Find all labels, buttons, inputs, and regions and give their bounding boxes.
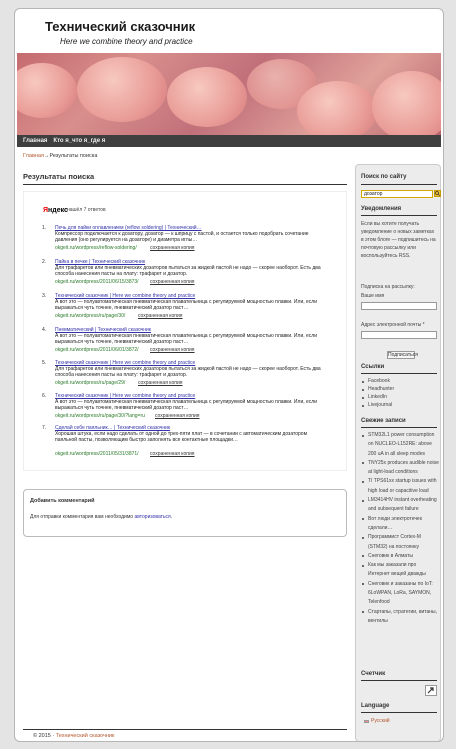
sidebar-divider bbox=[361, 712, 437, 713]
result-url[interactable]: okgeit.ru/wordpress/2011/06/15/3873/ bbox=[55, 279, 139, 285]
result-number: 1. bbox=[42, 225, 47, 231]
comment-title: Добавить комментарий bbox=[30, 498, 95, 504]
recent-post-link[interactable]: TI TPS61xx startup issues with high load… bbox=[361, 477, 439, 496]
result-snippet: Для трафаретов или пневматических дозато… bbox=[55, 366, 321, 378]
result-number: 7. bbox=[42, 425, 47, 431]
search-results: Яндекс нашёл 7 ответов 1. Печь для пайки… bbox=[23, 191, 347, 471]
result-url[interactable]: okgeit.ru/wordpress/ru/page/30/?lang=ru bbox=[55, 413, 145, 419]
result-snippet: Хорошая штука, если надо сделать от одно… bbox=[55, 431, 308, 443]
result-url[interactable]: okgeit.ru/wordpress/ru/page/30/ bbox=[55, 313, 125, 319]
subscribe-button[interactable]: Подписаться bbox=[387, 351, 418, 359]
sidebar-notify-title: Уведомления bbox=[361, 206, 402, 212]
result-snippet: А вот это — полуавтоматическая пневматич… bbox=[55, 333, 318, 345]
header-image bbox=[17, 53, 441, 135]
footer-divider bbox=[23, 729, 347, 730]
email-field[interactable] bbox=[361, 331, 437, 339]
sidebar-links-title: Ссылки bbox=[361, 364, 385, 370]
recent-post-link[interactable]: Программист Cortex-M (STM32) на постоянк… bbox=[361, 533, 439, 552]
result-url[interactable]: okgeit.ru/wordpress/2011/06/01/3872/ bbox=[55, 347, 139, 353]
link-livejournal[interactable]: Livejournal bbox=[361, 401, 439, 409]
notify-text: Если вы хотите получать уведомление о но… bbox=[361, 221, 436, 259]
footer: © 2015 · Технический сказочник bbox=[33, 733, 114, 739]
sidebar-counter-title: Счетчик bbox=[361, 671, 386, 677]
link-headhunter[interactable]: Headhunter bbox=[361, 385, 439, 393]
breadcrumb-current: Результаты поиска bbox=[49, 153, 98, 159]
cached-copy-link[interactable]: сохраненная копия bbox=[138, 380, 183, 386]
title-divider bbox=[23, 184, 347, 185]
breadcrumb: Главная→Результаты поиска bbox=[23, 153, 97, 159]
search-button[interactable] bbox=[434, 190, 441, 197]
cached-copy-link[interactable]: сохраненная копия bbox=[138, 313, 183, 319]
site-tagline: Here we combine theory and practice bbox=[60, 37, 193, 46]
result-snippet: Для трафаретов или пневматических дозато… bbox=[55, 265, 321, 277]
sidebar-divider bbox=[361, 184, 437, 185]
comment-login-notice: Для отправки комментария вам необходимо … bbox=[30, 514, 173, 520]
footer-site-link[interactable]: Технический сказочник bbox=[56, 733, 115, 739]
nav-item-home[interactable]: Главная bbox=[23, 138, 47, 144]
result-snippet: А вот это — полуавтоматическая пневматич… bbox=[55, 399, 318, 411]
email-label: Адрес электронной почты * bbox=[361, 322, 425, 328]
name-field[interactable] bbox=[361, 302, 437, 310]
language-option[interactable]: Русский bbox=[364, 718, 390, 724]
sidebar-search-title: Поиск по сайту bbox=[361, 174, 407, 180]
visit-counter-icon[interactable] bbox=[425, 685, 437, 696]
sidebar-recent-title: Свежие записи bbox=[361, 418, 406, 424]
sidebar: Поиск по сайту дозатор Уведомления Если … bbox=[355, 164, 441, 741]
site-title[interactable]: Технический сказочник bbox=[45, 19, 195, 34]
subscribe-title: Подписка на рассылку: bbox=[361, 284, 415, 290]
sidebar-divider bbox=[361, 215, 437, 216]
link-linkedin[interactable]: LinkedIn bbox=[361, 393, 439, 401]
recent-post-link[interactable]: LM3414HV instant overheating and subsequ… bbox=[361, 496, 439, 515]
result-snippet: А вот это — полуавтоматическая пневматич… bbox=[55, 299, 318, 311]
results-count: нашёл 7 ответов bbox=[67, 207, 106, 213]
cached-copy-link[interactable]: сохраненная копия bbox=[150, 347, 195, 353]
sidebar-divider bbox=[361, 427, 437, 428]
yandex-logo[interactable]: Яндекс bbox=[43, 207, 68, 214]
cached-copy-link[interactable]: сохраненная копия bbox=[150, 279, 195, 285]
recent-post-link[interactable]: Стартапы, стратегии, витаны, вентилы bbox=[361, 608, 439, 627]
recent-post-link[interactable]: Снеговик в Алматы bbox=[361, 552, 439, 561]
cached-copy-link[interactable]: сохраненная копия bbox=[150, 451, 195, 457]
cached-copy-link[interactable]: сохраненная копия bbox=[155, 413, 200, 419]
recent-post-link[interactable]: Как мы заказали про Интернет вещей дважд… bbox=[361, 561, 439, 580]
breadcrumb-home-link[interactable]: Главная bbox=[23, 153, 44, 159]
language-label: Русский bbox=[371, 718, 390, 724]
result-number: 6. bbox=[42, 393, 47, 399]
recent-posts-list: STM32L1 power consumption on NUCLEO-L152… bbox=[361, 431, 439, 626]
page-title: Результаты поиска bbox=[23, 172, 95, 181]
sidebar-language-title: Language bbox=[361, 703, 390, 709]
recent-post-link[interactable]: Вот люди электротечек сделали… bbox=[361, 515, 439, 534]
result-number: 5. bbox=[42, 360, 47, 366]
search-input[interactable]: дозатор bbox=[361, 190, 433, 198]
result-url[interactable]: okgeit.ru/wordpress/ru/page/29/ bbox=[55, 380, 125, 386]
recent-post-link[interactable]: Снеговик и заказаны по IoT: 6LoWPAN, LoR… bbox=[361, 580, 439, 608]
cached-copy-link[interactable]: сохраненная копия bbox=[150, 245, 195, 251]
result-url[interactable]: okgeit.ru/wordpress/reflow-soldering/ bbox=[55, 245, 137, 251]
name-label: Ваше имя bbox=[361, 293, 385, 299]
comment-form: Добавить комментарий Для отправки коммен… bbox=[23, 489, 347, 537]
main-nav: Главная Кто я_что я_где я bbox=[17, 135, 441, 147]
result-number: 3. bbox=[42, 293, 47, 299]
recent-post-link[interactable]: TNY25x produces audible noise at light-l… bbox=[361, 459, 439, 478]
footer-copyright: © 2015 · bbox=[33, 733, 56, 739]
result-number: 4. bbox=[42, 327, 47, 333]
sidebar-divider bbox=[361, 680, 437, 681]
result-number: 2. bbox=[42, 259, 47, 265]
result-url[interactable]: okgeit.ru/wordpress/2011/05/31/3871/ bbox=[55, 451, 139, 457]
nav-item-about[interactable]: Кто я_что я_где я bbox=[53, 138, 105, 144]
search-icon bbox=[435, 191, 440, 196]
page-container: Технический сказочник Here we combine th… bbox=[14, 8, 444, 742]
link-facebook[interactable]: Facebook bbox=[361, 377, 439, 385]
login-link[interactable]: авторизоваться bbox=[134, 514, 170, 520]
recent-post-link[interactable]: STM32L1 power consumption on NUCLEO-L152… bbox=[361, 431, 439, 459]
sidebar-divider bbox=[361, 373, 437, 374]
links-list: Facebook Headhunter LinkedIn Livejournal bbox=[361, 377, 439, 409]
russia-flag-icon bbox=[364, 719, 369, 723]
result-snippet: Компрессор подключается к дозатору, доза… bbox=[55, 231, 309, 243]
